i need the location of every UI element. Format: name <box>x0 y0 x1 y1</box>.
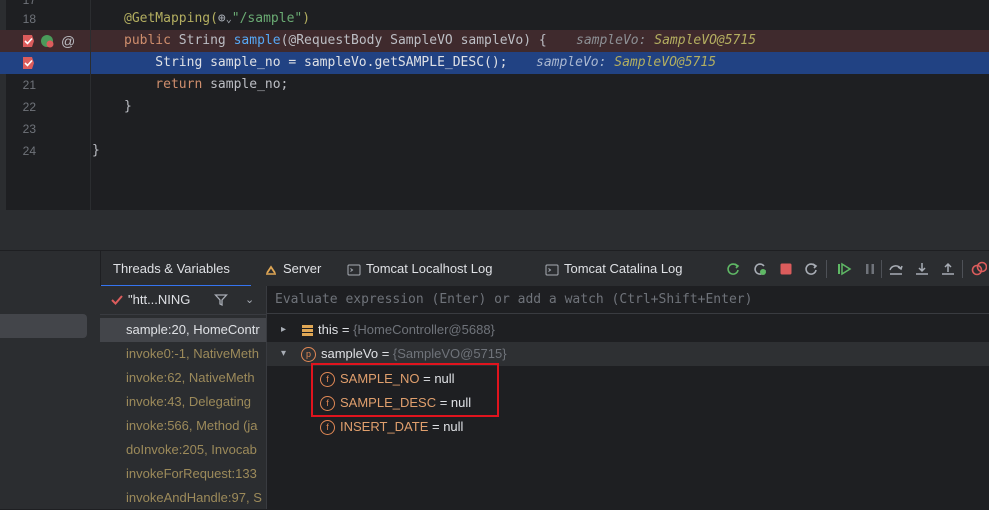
breakpoint-icon[interactable] <box>21 34 35 48</box>
check-icon <box>111 295 123 305</box>
resume-icon[interactable] <box>836 261 852 277</box>
frame-item[interactable]: sample:20, HomeContr <box>100 318 266 342</box>
frame-item[interactable]: invoke:62, NativeMeth <box>100 366 266 390</box>
gutter-divider <box>90 0 91 210</box>
parameter-icon: p <box>301 347 316 363</box>
code-text: @GetMapping(⊕⌄"/sample") <box>124 11 311 26</box>
thread-label: "htt...NING <box>128 292 191 307</box>
console-icon <box>545 264 559 276</box>
tab-tomcat-localhost-log[interactable]: Tomcat Localhost Log <box>347 251 492 287</box>
toolbar-divider <box>881 260 882 278</box>
frames-panel: "htt...NING ⌄ sample:20, HomeContr invoke… <box>100 286 267 509</box>
fields-icon <box>302 325 313 337</box>
code-line-18: 18 @GetMapping(⊕⌄"/sample") <box>0 8 989 30</box>
toolbar-divider <box>826 260 827 278</box>
pause-icon[interactable] <box>862 261 878 277</box>
highlight-box <box>311 363 499 417</box>
code-text: return sample_no; <box>124 77 289 92</box>
line-number: 24 <box>22 144 36 158</box>
inline-hint: sampleVo: SampleVO@5715 <box>576 33 757 48</box>
frame-item[interactable]: invoke:566, Method (ja <box>100 414 266 438</box>
frame-item[interactable]: invokeForRequest:133 <box>100 462 266 486</box>
globe-icon: ⊕ <box>217 11 226 26</box>
code-line-23: 23 <box>0 118 989 140</box>
code-line-24: 24 } <box>0 140 989 162</box>
code-text: String sample_no = sampleVo.getSAMPLE_DE… <box>124 55 508 70</box>
side-panel <box>0 286 101 509</box>
evaluate-expression-input[interactable]: Evaluate expression (Enter) or add a wat… <box>267 286 989 314</box>
breakpoint-icon[interactable] <box>21 56 35 70</box>
side-panel-header <box>0 251 101 287</box>
rerun-icon[interactable] <box>725 261 741 277</box>
frame-item[interactable]: doInvoke:205, Invocab <box>100 438 266 462</box>
restart-icon[interactable] <box>803 261 819 277</box>
server-icon <box>266 264 276 275</box>
console-icon <box>347 264 361 276</box>
tab-tomcat-catalina-log[interactable]: Tomcat Catalina Log <box>545 251 683 287</box>
thread-selector[interactable]: "htt...NING ⌄ <box>100 286 266 315</box>
toolbar-divider <box>962 260 963 278</box>
frame-item[interactable]: invoke:43, Delegating <box>100 390 266 414</box>
side-panel-selected-item[interactable] <box>0 314 87 338</box>
step-out-icon[interactable] <box>940 261 956 277</box>
chevron-down-icon[interactable]: ▾ <box>281 342 295 366</box>
code-line-22: 22 } <box>0 96 989 118</box>
chevron-right-icon[interactable]: ▸ <box>281 318 295 342</box>
inline-hint: sampleVo: SampleVO@5715 <box>536 55 717 70</box>
panel-separator <box>0 210 989 250</box>
tab-threads-variables[interactable]: Threads & Variables <box>113 251 230 287</box>
code-text: } <box>92 143 100 158</box>
code-text: public String sample(@RequestBody Sample… <box>124 33 547 48</box>
chevron-down-icon[interactable]: ⌄ <box>245 286 254 314</box>
filter-icon[interactable] <box>214 293 228 307</box>
variable-this[interactable]: ▸ this = {HomeController@5688} <box>267 318 989 342</box>
line-number: 21 <box>22 78 36 92</box>
code-line-20: String sample_no = sampleVo.getSAMPLE_DE… <box>0 52 989 74</box>
frame-item[interactable]: invokeAndHandle:97, S <box>100 486 266 510</box>
variable-field-insert-date[interactable]: f INSERT_DATE = null <box>267 415 989 439</box>
method-breakpoint-icon[interactable] <box>40 34 54 48</box>
step-into-icon[interactable] <box>914 261 930 277</box>
code-text: } <box>124 99 132 114</box>
code-editor[interactable]: 17 18 @GetMapping(⊕⌄"/sample") @ public … <box>0 0 989 210</box>
code-line-21: 21 return sample_no; <box>0 74 989 96</box>
at-icon[interactable]: @ <box>61 30 75 52</box>
line-number: 23 <box>22 122 36 136</box>
view-breakpoints-icon[interactable] <box>971 261 987 277</box>
rerun-debug-icon[interactable] <box>752 261 768 277</box>
code-line-19: @ public String sample(@RequestBody Samp… <box>0 30 989 52</box>
tab-server[interactable]: Server <box>264 251 321 287</box>
stop-icon[interactable] <box>778 261 794 277</box>
frame-item[interactable]: invoke0:-1, NativeMeth <box>100 342 266 366</box>
field-icon: f <box>320 420 335 436</box>
debug-toolbar: Threads & Variables Server Tomcat Localh… <box>0 250 989 287</box>
line-number: 18 <box>22 12 36 26</box>
line-number: 22 <box>22 100 36 114</box>
step-over-icon[interactable] <box>888 261 904 277</box>
